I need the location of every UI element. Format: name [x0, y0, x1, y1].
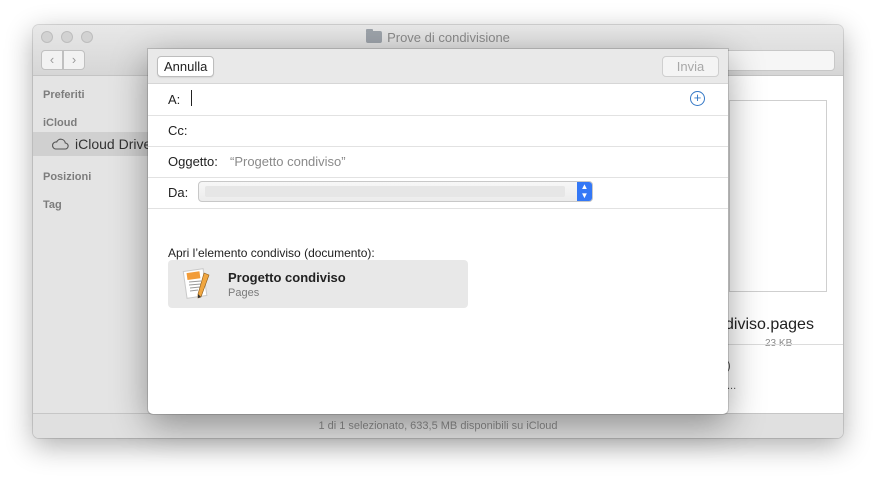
sidebar-heading-tags: Tag — [43, 199, 62, 211]
folder-icon — [366, 29, 383, 43]
preview-file-name: diviso.pages — [725, 316, 814, 333]
attachment-app: Pages — [228, 287, 260, 299]
subject-input[interactable]: “Progetto condiviso” — [230, 154, 346, 169]
text-cursor — [191, 90, 192, 106]
subject-label: Oggetto: — [168, 154, 218, 169]
chevron-updown-icon: ▲ ▼ — [577, 182, 592, 201]
cc-field-row[interactable]: Cc: — [148, 115, 728, 147]
from-account-value — [205, 186, 565, 197]
add-contact-icon[interactable]: + — [690, 91, 705, 106]
shared-document-attachment[interactable]: Progetto condiviso Pages — [168, 260, 468, 308]
to-label: A: — [168, 92, 181, 107]
to-field-row[interactable]: A: + — [148, 84, 728, 116]
open-shared-item-label: Apri l’elemento condiviso (documento): — [168, 246, 375, 260]
from-label: Da: — [168, 185, 189, 200]
file-preview-thumbnail — [729, 100, 827, 292]
sidebar-heading-locations: Posizioni — [43, 171, 92, 183]
sheet-toolbar: Annulla Invia — [148, 49, 728, 84]
search-field[interactable] — [715, 50, 835, 71]
cancel-button[interactable]: Annulla — [157, 56, 215, 77]
pages-document-icon — [182, 268, 210, 299]
sidebar-heading-favorites: Preferiti — [43, 89, 85, 101]
forward-button[interactable]: › — [63, 50, 85, 70]
from-field-row: Da: ▲ ▼ — [148, 177, 728, 209]
cc-label: Cc: — [168, 123, 188, 138]
share-mail-sheet: Annulla Invia A: + Cc: Oggetto: “Progett… — [148, 49, 728, 414]
attachment-title: Progetto condiviso — [228, 270, 346, 285]
from-account-select[interactable]: ▲ ▼ — [198, 181, 593, 202]
send-button[interactable]: Invia — [662, 56, 719, 77]
cloud-icon — [51, 137, 69, 153]
sidebar-item-label: iCloud Drive — [75, 136, 152, 152]
status-bar: 1 di 1 selezionato, 633,5 MB disponibili… — [33, 413, 843, 438]
subject-field-row[interactable]: Oggetto: “Progetto condiviso” — [148, 146, 728, 178]
window-title: Prove di condivisione — [33, 29, 843, 45]
preview-divider — [725, 344, 843, 345]
window-title-label: Prove di condivisione — [387, 30, 510, 45]
preview-info-line: ... — [727, 380, 737, 392]
back-button[interactable]: ‹ — [41, 50, 63, 70]
sidebar-heading-icloud: iCloud — [43, 117, 78, 129]
